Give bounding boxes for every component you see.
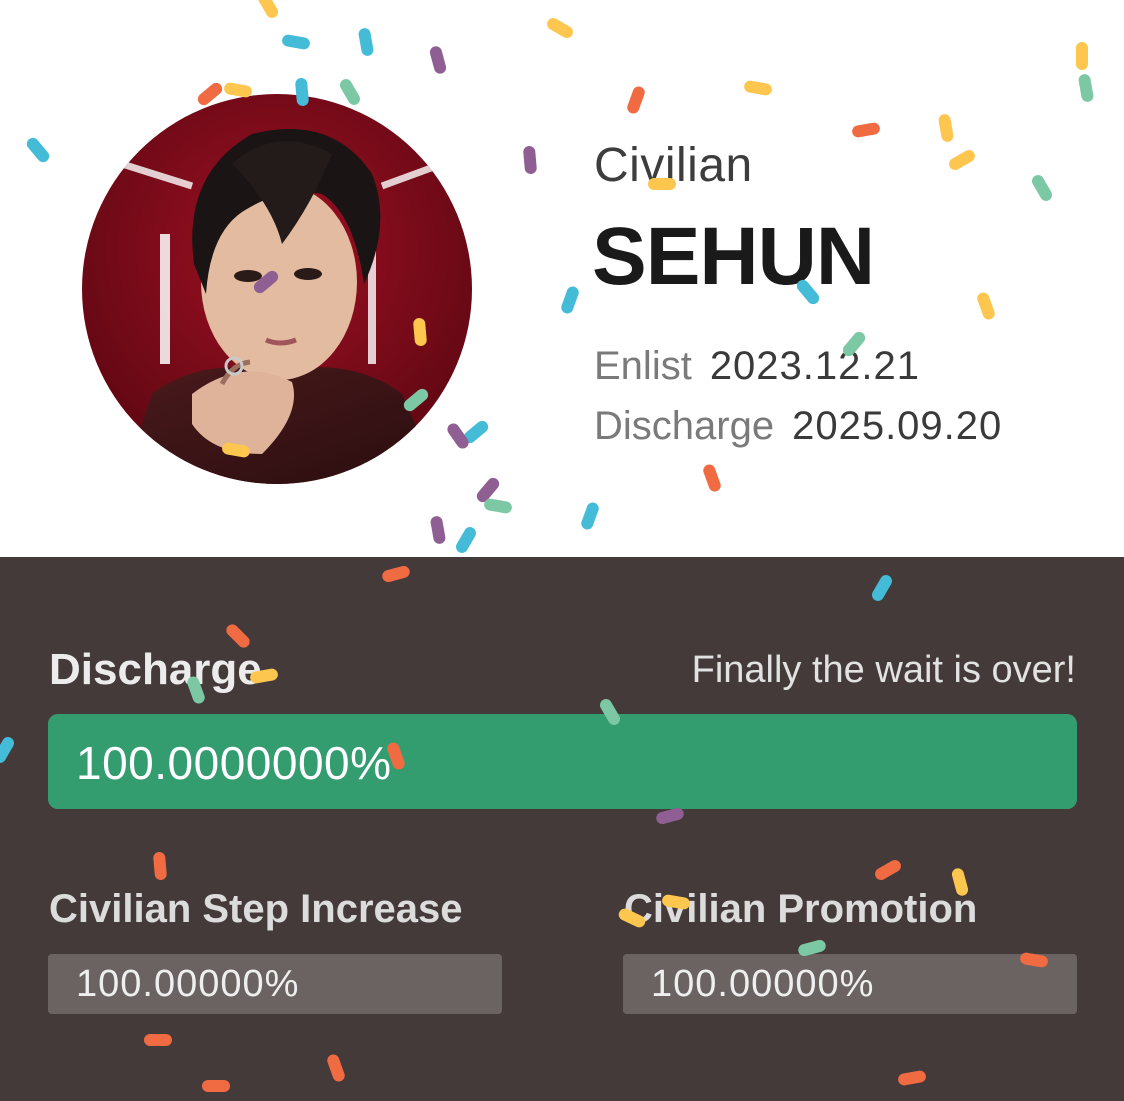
enlist-label: Enlist [594,344,692,388]
step-increase-value: 100.00000% [76,963,300,1005]
enlist-row: Enlist 2023.12.21 [594,344,920,389]
progress-panel: Discharge Finally the wait is over! 100.… [0,557,1124,1101]
discharge-progress-title: Discharge [49,645,262,694]
step-increase-progress-bar: 100.00000% [48,954,502,1014]
status-label: Civilian [594,139,753,192]
profile-header: Civilian SEHUN Enlist 2023.12.21 Discharg… [0,0,1124,557]
enlist-date: 2023.12.21 [709,344,921,388]
discharge-progress-value: 100.0000000% [76,737,392,789]
discharge-label: Discharge [594,404,775,448]
discharge-row: Discharge 2025.09.20 [594,404,1002,449]
avatar-photo [82,94,472,484]
avatar [82,94,472,484]
completion-message: Finally the wait is over! [691,649,1076,691]
discharge-progress-bar: 100.0000000% [48,714,1077,809]
step-increase-title: Civilian Step Increase [49,887,463,931]
discharge-date: 2025.09.20 [792,404,1003,448]
member-name: SEHUN [592,211,875,302]
promotion-title: Civilian Promotion [624,887,978,931]
promotion-progress-bar: 100.00000% [623,954,1077,1014]
promotion-value: 100.00000% [651,963,875,1005]
